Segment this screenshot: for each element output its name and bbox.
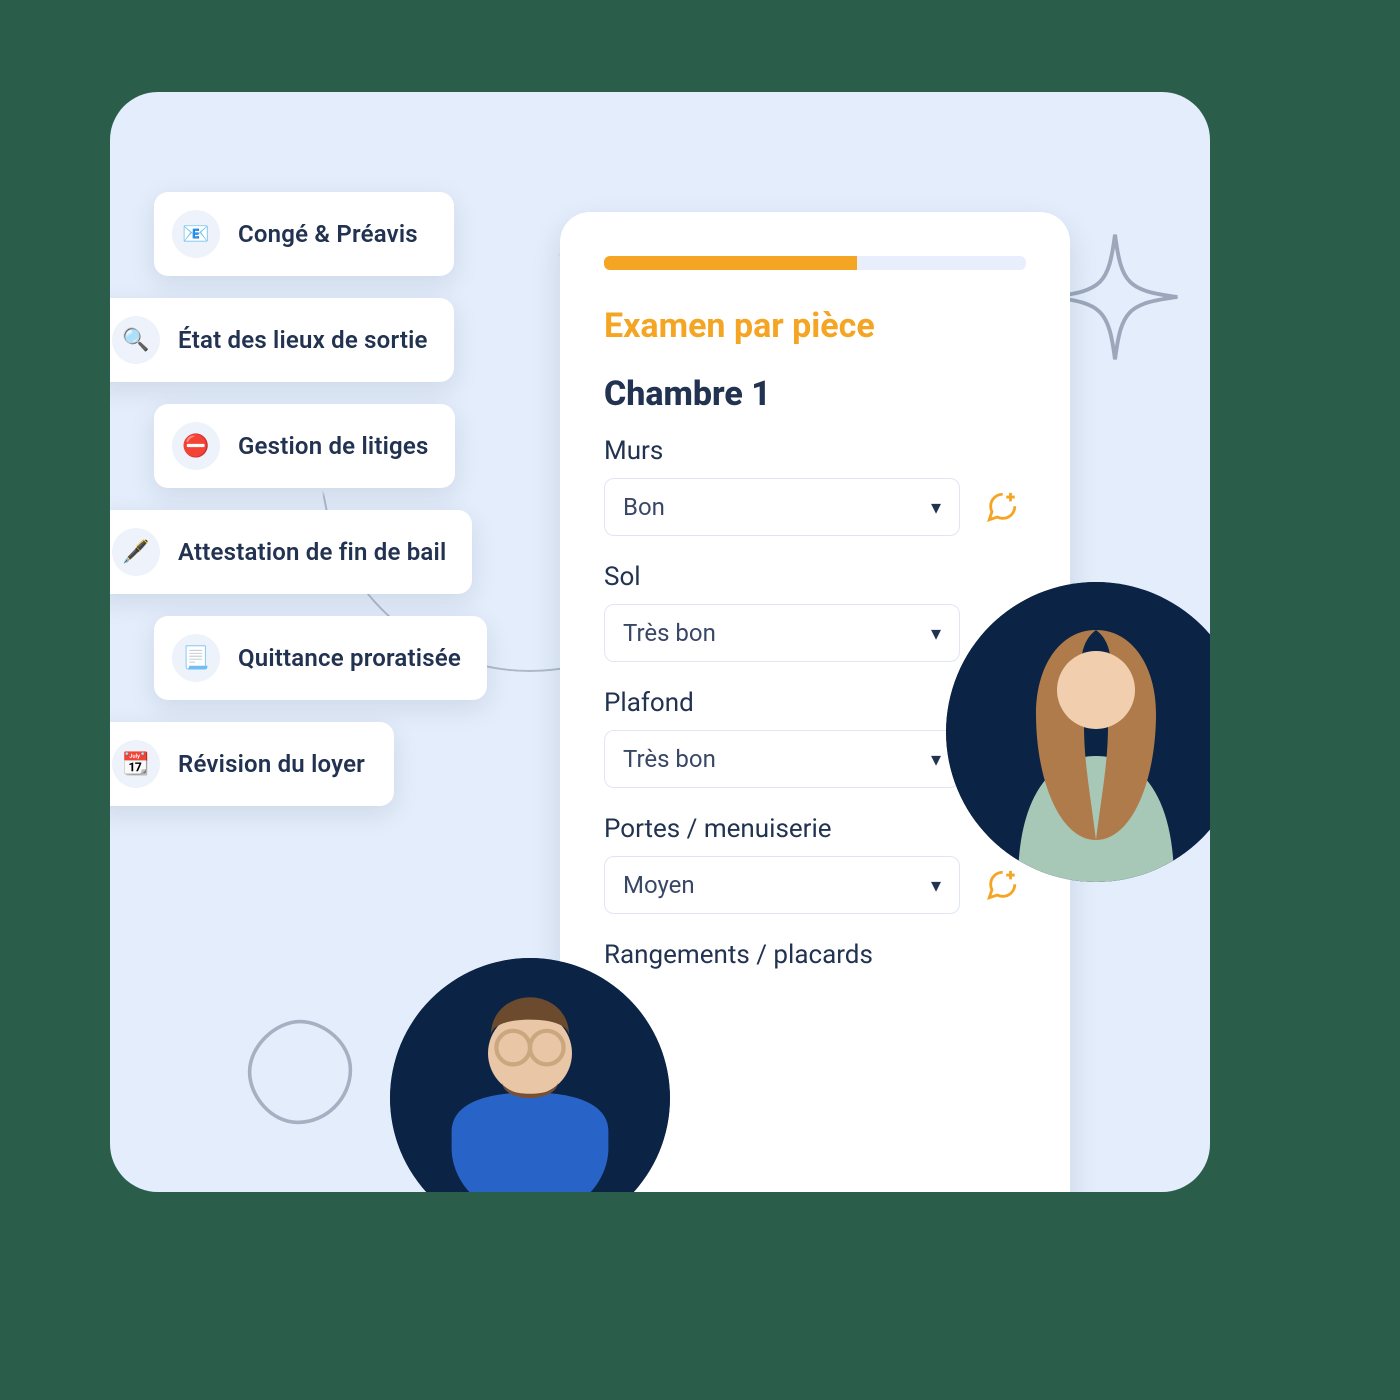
field-rangements-placards: Rangements / placards [604,940,1026,970]
field-label: Sol [604,562,1026,592]
condition-select[interactable]: Très bon ▾ [604,730,960,788]
chevron-down-icon: ▾ [931,873,941,897]
receipt-icon: 📃 [172,634,220,682]
condition-select[interactable]: Bon ▾ [604,478,960,536]
field-label: Rangements / placards [604,940,1026,970]
menu-label: Attestation de fin de bail [178,538,446,566]
menu-label: Quittance proratisée [238,644,461,672]
field-murs: Murs Bon ▾ [604,436,1026,536]
menu-label: Gestion de litiges [238,432,429,460]
menu-item-revision-loyer[interactable]: 📆 Révision du loyer [110,722,394,806]
add-comment-button[interactable] [978,861,1026,909]
field-sol: Sol Très bon ▾ [604,562,1026,662]
room-name: Chambre 1 [604,374,1026,414]
chevron-down-icon: ▾ [931,621,941,645]
menu-item-attestation-fin-bail[interactable]: 🖋️ Attestation de fin de bail [110,510,472,594]
menu-label: Révision du loyer [178,750,365,778]
selected-value: Bon [623,493,665,521]
menu-item-quittance-proratisee[interactable]: 📃 Quittance proratisée [154,616,487,700]
selected-value: Moyen [623,871,695,899]
blob-decoration [240,1012,360,1132]
menu-label: Congé & Préavis [238,220,418,248]
menu-item-gestion-litiges[interactable]: ⛔ Gestion de litiges [154,404,455,488]
form-heading: Examen par pièce [604,306,1026,346]
progress-bar [604,256,1026,270]
condition-select[interactable]: Moyen ▾ [604,856,960,914]
field-portes-menuiserie: Portes / menuiserie Moyen ▾ [604,814,1026,914]
add-comment-button[interactable] [978,483,1026,531]
search-icon: 🔍 [112,316,160,364]
condition-select[interactable]: Très bon ▾ [604,604,960,662]
field-label: Portes / menuiserie [604,814,1026,844]
feature-menu: 📧 Congé & Préavis 🔍 État des lieux de so… [110,192,554,806]
chevron-down-icon: ▾ [931,747,941,771]
selected-value: Très bon [623,619,716,647]
calendar-icon: 📆 [112,740,160,788]
selected-value: Très bon [623,745,716,773]
pen-icon: 🖋️ [112,528,160,576]
main-panel: 📧 Congé & Préavis 🔍 État des lieux de so… [110,92,1210,1192]
document-icon: 📧 [172,210,220,258]
menu-label: État des lieux de sortie [178,326,428,354]
menu-item-etat-lieux-sortie[interactable]: 🔍 État des lieux de sortie [110,298,454,382]
progress-fill [604,256,857,270]
stop-icon: ⛔ [172,422,220,470]
field-label: Murs [604,436,1026,466]
menu-item-conge-preavis[interactable]: 📧 Congé & Préavis [154,192,454,276]
chevron-down-icon: ▾ [931,495,941,519]
